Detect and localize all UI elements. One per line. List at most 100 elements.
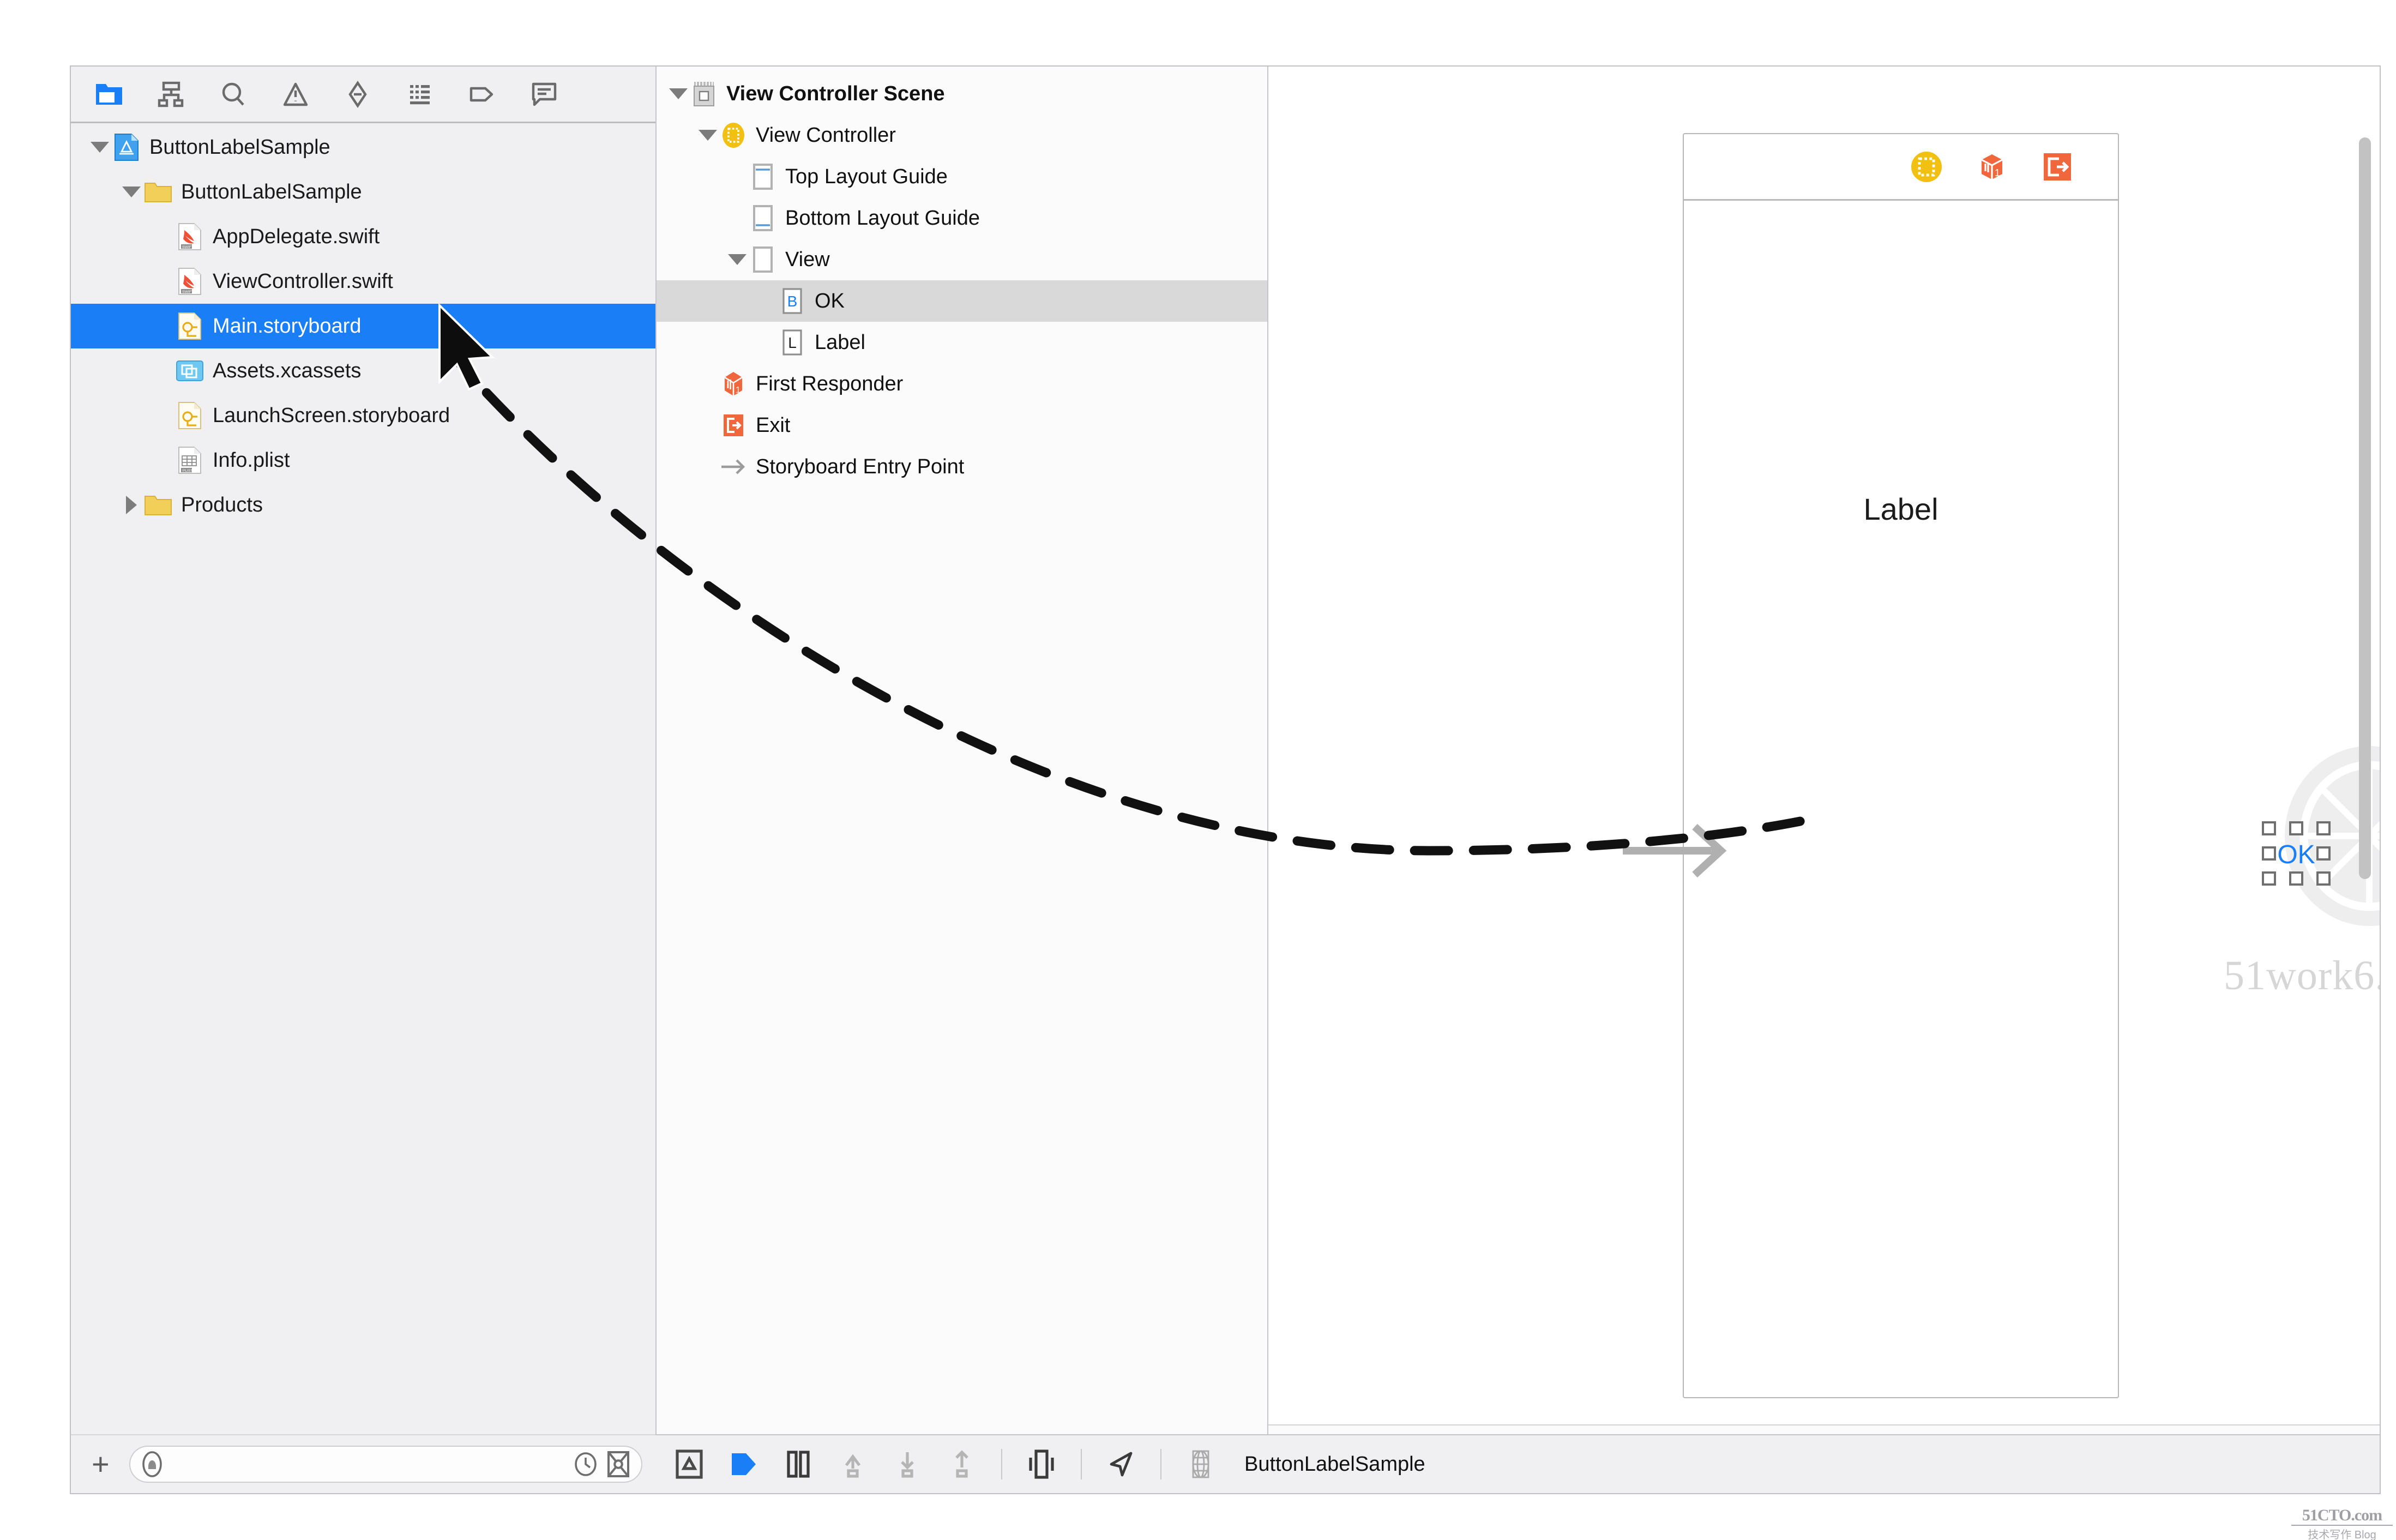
- resize-handle-bl[interactable]: [2262, 871, 2276, 886]
- resize-handle-ml[interactable]: [2262, 846, 2276, 861]
- navigator-item-label: AppDelegate.swift: [213, 225, 380, 248]
- add-file-button[interactable]: +: [84, 1449, 117, 1479]
- navigator-item-main-storyboard[interactable]: Main.storyboard: [71, 304, 655, 348]
- issue-navigator-icon[interactable]: [279, 78, 312, 111]
- navigator-filter-field[interactable]: [129, 1446, 642, 1483]
- navigator-item-launchscreen-storyboard[interactable]: LaunchScreen.storyboard: [71, 393, 655, 438]
- entry-point-arrow-icon: [720, 452, 747, 482]
- outline-item-exit[interactable]: Exit: [657, 405, 1267, 446]
- test-navigator-icon[interactable]: [341, 78, 374, 111]
- svg-text:1: 1: [1995, 167, 2000, 178]
- resize-handle-tr[interactable]: [2316, 821, 2331, 835]
- navigator-item-label: ViewController.swift: [213, 269, 393, 293]
- source-control-navigator-icon[interactable]: [155, 78, 188, 111]
- navigator-item-appdelegate-swift[interactable]: SWIFT AppDelegate.swift: [71, 214, 655, 259]
- svg-text:PLIST: PLIST: [183, 469, 193, 473]
- navigator-item-label: Main.storyboard: [213, 314, 362, 338]
- navigator-item-info-plist[interactable]: PLIST Info.plist: [71, 438, 655, 483]
- view-controller-scene-frame[interactable]: 1 Label 51work6. OK: [1683, 133, 2380, 1398]
- pause-icon[interactable]: [783, 1448, 814, 1481]
- outline-item-view[interactable]: View: [657, 239, 1267, 280]
- navigator-panel: ButtonLabelSample ButtonLabelSample SWIFT A…: [71, 67, 655, 1493]
- view-hierarchy-icon[interactable]: [1026, 1448, 1057, 1481]
- outline-item-label: View: [785, 248, 830, 271]
- navigator-item-viewcontroller-swift[interactable]: SWIFT ViewController.swift: [71, 259, 655, 304]
- recent-filter-icon[interactable]: [140, 1449, 164, 1479]
- resize-handle-br[interactable]: [2316, 871, 2331, 886]
- continue-icon[interactable]: [729, 1448, 759, 1481]
- outline-item-bottom-layout-guide[interactable]: Bottom Layout Guide: [657, 197, 1267, 239]
- project-navigator-icon[interactable]: [93, 78, 125, 111]
- outline-item-view-controller-scene[interactable]: View Controller Scene: [657, 73, 1267, 115]
- canvas-vertical-scrollbar[interactable]: [2359, 137, 2371, 879]
- disclosure-triangle[interactable]: [725, 254, 749, 265]
- disclosure-triangle[interactable]: [666, 88, 690, 99]
- disclosure-triangle[interactable]: [119, 496, 144, 514]
- exit-icon: [720, 411, 747, 440]
- scheme-name[interactable]: ButtonLabelSample: [1244, 1453, 1425, 1476]
- navigator-filter-bar: +: [71, 1434, 655, 1493]
- disclosure-triangle[interactable]: [87, 142, 112, 153]
- navigator-item-products[interactable]: Products: [71, 483, 655, 527]
- outline-item-top-layout-guide[interactable]: Top Layout Guide: [657, 156, 1267, 197]
- exit-icon[interactable]: [2040, 150, 2074, 184]
- debug-navigator-icon[interactable]: [404, 78, 436, 111]
- outline-item-label: View Controller: [756, 123, 896, 147]
- report-navigator-icon[interactable]: [528, 78, 561, 111]
- view-controller-icon[interactable]: [1910, 150, 1943, 184]
- ok-button-selected[interactable]: OK: [2262, 821, 2331, 886]
- folder-icon: [144, 178, 172, 206]
- memory-graph-icon[interactable]: [1185, 1448, 1216, 1481]
- outline-item-label: Exit: [756, 413, 791, 437]
- resize-handle-tl[interactable]: [2262, 821, 2276, 835]
- outline-item-ok[interactable]: B OK: [657, 280, 1267, 322]
- navigator-toolbar: [71, 67, 655, 123]
- outline-item-storyboard-entry-point[interactable]: Storyboard Entry Point: [657, 446, 1267, 488]
- resize-handle-bc[interactable]: [2289, 871, 2303, 886]
- location-icon[interactable]: [1106, 1448, 1136, 1481]
- svg-text:B: B: [787, 293, 798, 310]
- resize-handle-mr[interactable]: [2316, 846, 2331, 861]
- navigator-item-buttonlabelsample[interactable]: ButtonLabelSample: [71, 170, 655, 214]
- project-navigator-tree[interactable]: ButtonLabelSample ButtonLabelSample SWIFT A…: [71, 125, 655, 1434]
- first-responder-icon[interactable]: 1: [1975, 150, 2009, 184]
- navigator-item-label: Assets.xcassets: [213, 359, 362, 382]
- storyboard-file-icon: [176, 312, 204, 340]
- step-into-icon[interactable]: [892, 1448, 923, 1481]
- step-over-icon[interactable]: [838, 1448, 868, 1481]
- ok-button-label[interactable]: OK: [2276, 842, 2316, 868]
- watermark-text: 51work6.com: [2224, 953, 2381, 998]
- navigator-item-label: ButtonLabelSample: [181, 180, 362, 203]
- clock-icon[interactable]: [573, 1451, 599, 1477]
- corner-watermark-line1: 51CTO.com: [2302, 1506, 2382, 1524]
- outline-item-label: Storyboard Entry Point: [756, 455, 965, 478]
- label-preview[interactable]: Label: [1684, 491, 2118, 527]
- resize-handle-tc[interactable]: [2289, 821, 2303, 835]
- debug-toolbar: ButtonLabelSample: [655, 1434, 2380, 1493]
- svg-text:1: 1: [736, 386, 741, 395]
- breakpoint-navigator-icon[interactable]: [466, 78, 498, 111]
- step-out-icon[interactable]: [947, 1448, 977, 1481]
- disclosure-triangle[interactable]: [119, 187, 144, 197]
- navigator-filter-input[interactable]: [170, 1453, 566, 1475]
- outline-item-first-responder[interactable]: 1 First Responder: [657, 363, 1267, 405]
- outline-item-view-controller[interactable]: View Controller: [657, 115, 1267, 156]
- show-hide-debug-area-icon[interactable]: [674, 1448, 705, 1481]
- svg-text:L: L: [788, 334, 797, 351]
- view-controller-icon: [720, 121, 747, 150]
- disclosure-triangle[interactable]: [696, 130, 720, 141]
- document-outline-tree[interactable]: View Controller Scene View Controller Top …: [657, 67, 1267, 1423]
- label-icon-l: L: [779, 328, 806, 357]
- navigator-item-assets-xcassets[interactable]: Assets.xcassets: [71, 348, 655, 393]
- interface-builder-canvas[interactable]: 1 Label 51work6. OK: [1267, 67, 2380, 1493]
- document-outline-panel: View Controller Scene View Controller Top …: [655, 67, 1267, 1493]
- svg-text:SWIFT: SWIFT: [182, 245, 194, 249]
- outline-item-label[interactable]: L Label: [657, 322, 1267, 363]
- navigator-item-buttonlabelsample[interactable]: ButtonLabelSample: [71, 125, 655, 170]
- source-control-filter-icon[interactable]: [605, 1450, 631, 1478]
- corner-watermark-line2: 技术写作 Blog: [2291, 1525, 2393, 1540]
- search-navigator-icon[interactable]: [217, 78, 250, 111]
- xcode-project-icon: [112, 133, 141, 161]
- plist-file-icon: PLIST: [176, 446, 204, 474]
- bottom-layout-guide-icon: [749, 203, 776, 233]
